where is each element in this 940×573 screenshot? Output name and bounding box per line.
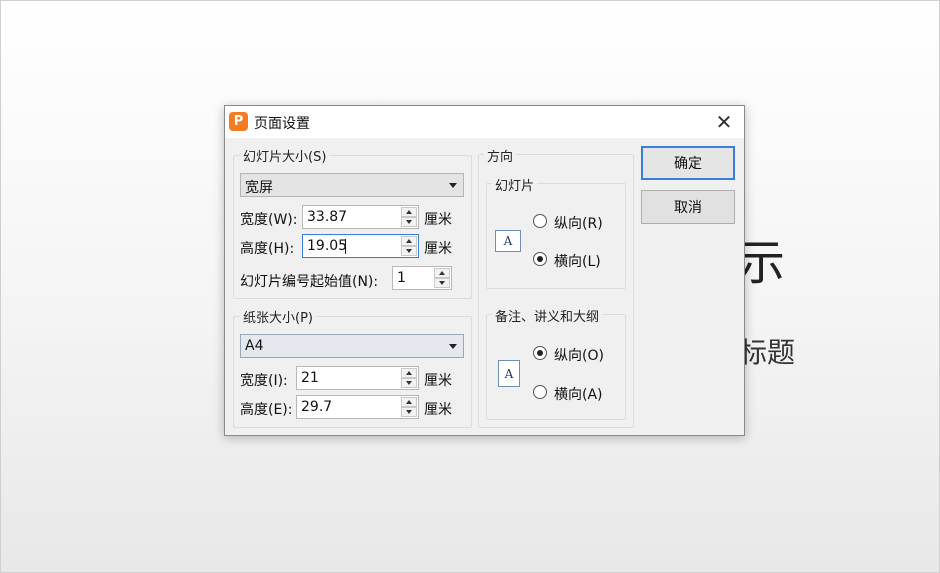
paper-width-value: 21	[301, 370, 319, 386]
spin-up-icon[interactable]	[401, 207, 417, 217]
slide-height-stepper[interactable]	[401, 236, 417, 256]
dialog-titlebar[interactable]: P 页面设置 ✕	[225, 106, 744, 138]
orientation-group-label: 方向	[484, 146, 517, 165]
slide-height-value: 19.05	[307, 238, 348, 254]
spin-down-icon[interactable]	[401, 407, 417, 417]
paper-width-unit: 厘米	[424, 373, 452, 389]
slide-start-number-input[interactable]: 1	[392, 266, 452, 290]
spin-up-icon[interactable]	[401, 368, 417, 378]
chevron-down-icon	[449, 344, 457, 349]
slide-landscape-label[interactable]: 横向(L)	[554, 251, 601, 271]
notes-landscape-label[interactable]: 横向(A)	[554, 384, 603, 404]
paper-height-stepper[interactable]	[401, 397, 417, 417]
spin-up-icon[interactable]	[434, 268, 450, 278]
slide-size-select[interactable]: 宽屏	[240, 173, 464, 197]
slide-size-selected: 宽屏	[245, 180, 273, 196]
slide-start-number-value: 1	[397, 270, 406, 286]
wps-presentation-app-icon: P	[229, 112, 248, 131]
slide-portrait-radio[interactable]	[533, 214, 547, 228]
slide-height-input[interactable]: 19.05	[302, 234, 419, 258]
spin-down-icon[interactable]	[401, 246, 417, 256]
notes-portrait-label[interactable]: 纵向(O)	[554, 345, 604, 365]
slide-start-number-stepper[interactable]	[434, 268, 450, 288]
spin-down-icon[interactable]	[401, 378, 417, 388]
slide-portrait-label[interactable]: 纵向(R)	[554, 213, 603, 233]
spin-up-icon[interactable]	[401, 397, 417, 407]
portrait-page-icon: A	[498, 360, 520, 387]
chevron-down-icon	[449, 183, 457, 188]
slide-landscape-radio[interactable]	[533, 252, 547, 266]
slide-orientation-label: 幻灯片	[492, 175, 538, 194]
paper-size-select[interactable]: A4	[240, 334, 464, 358]
slide-width-input[interactable]: 33.87	[302, 205, 419, 229]
close-icon[interactable]: ✕	[709, 110, 739, 134]
ok-button[interactable]: 确定	[641, 146, 735, 180]
slide-size-group-label: 幻灯片大小(S)	[240, 146, 330, 165]
spin-up-icon[interactable]	[401, 236, 417, 246]
paper-height-value: 29.7	[301, 399, 333, 415]
slide-start-number-label: 幻灯片编号起始值(N):	[240, 274, 379, 290]
landscape-page-icon: A	[495, 230, 521, 252]
paper-size-group-label: 纸张大小(P)	[240, 307, 316, 326]
dialog-title: 页面设置	[254, 116, 310, 132]
slide-width-unit: 厘米	[424, 212, 452, 228]
paper-width-input[interactable]: 21	[296, 366, 419, 390]
paper-size-selected: A4	[245, 338, 264, 354]
notes-portrait-radio[interactable]	[533, 346, 547, 360]
cancel-button[interactable]: 取消	[641, 190, 735, 224]
spin-down-icon[interactable]	[434, 278, 450, 288]
spin-down-icon[interactable]	[401, 217, 417, 227]
slide-width-value: 33.87	[307, 209, 348, 225]
text-caret	[345, 239, 346, 254]
paper-height-label: 高度(E):	[240, 402, 293, 418]
slide-subtitle-text: 标题	[739, 336, 796, 369]
slide-height-label: 高度(H):	[240, 241, 295, 257]
slide-width-label: 宽度(W):	[240, 212, 298, 228]
slide-width-stepper[interactable]	[401, 207, 417, 227]
slide-height-unit: 厘米	[424, 241, 452, 257]
page-setup-dialog: P 页面设置 ✕ 幻灯片大小(S) 宽屏 宽度(W): 33.87 厘米 高度(…	[224, 105, 745, 436]
paper-width-label: 宽度(I):	[240, 373, 288, 389]
notes-orientation-label: 备注、讲义和大纲	[492, 306, 603, 325]
paper-height-unit: 厘米	[424, 402, 452, 418]
paper-width-stepper[interactable]	[401, 368, 417, 388]
notes-landscape-radio[interactable]	[533, 385, 547, 399]
paper-height-input[interactable]: 29.7	[296, 395, 419, 419]
